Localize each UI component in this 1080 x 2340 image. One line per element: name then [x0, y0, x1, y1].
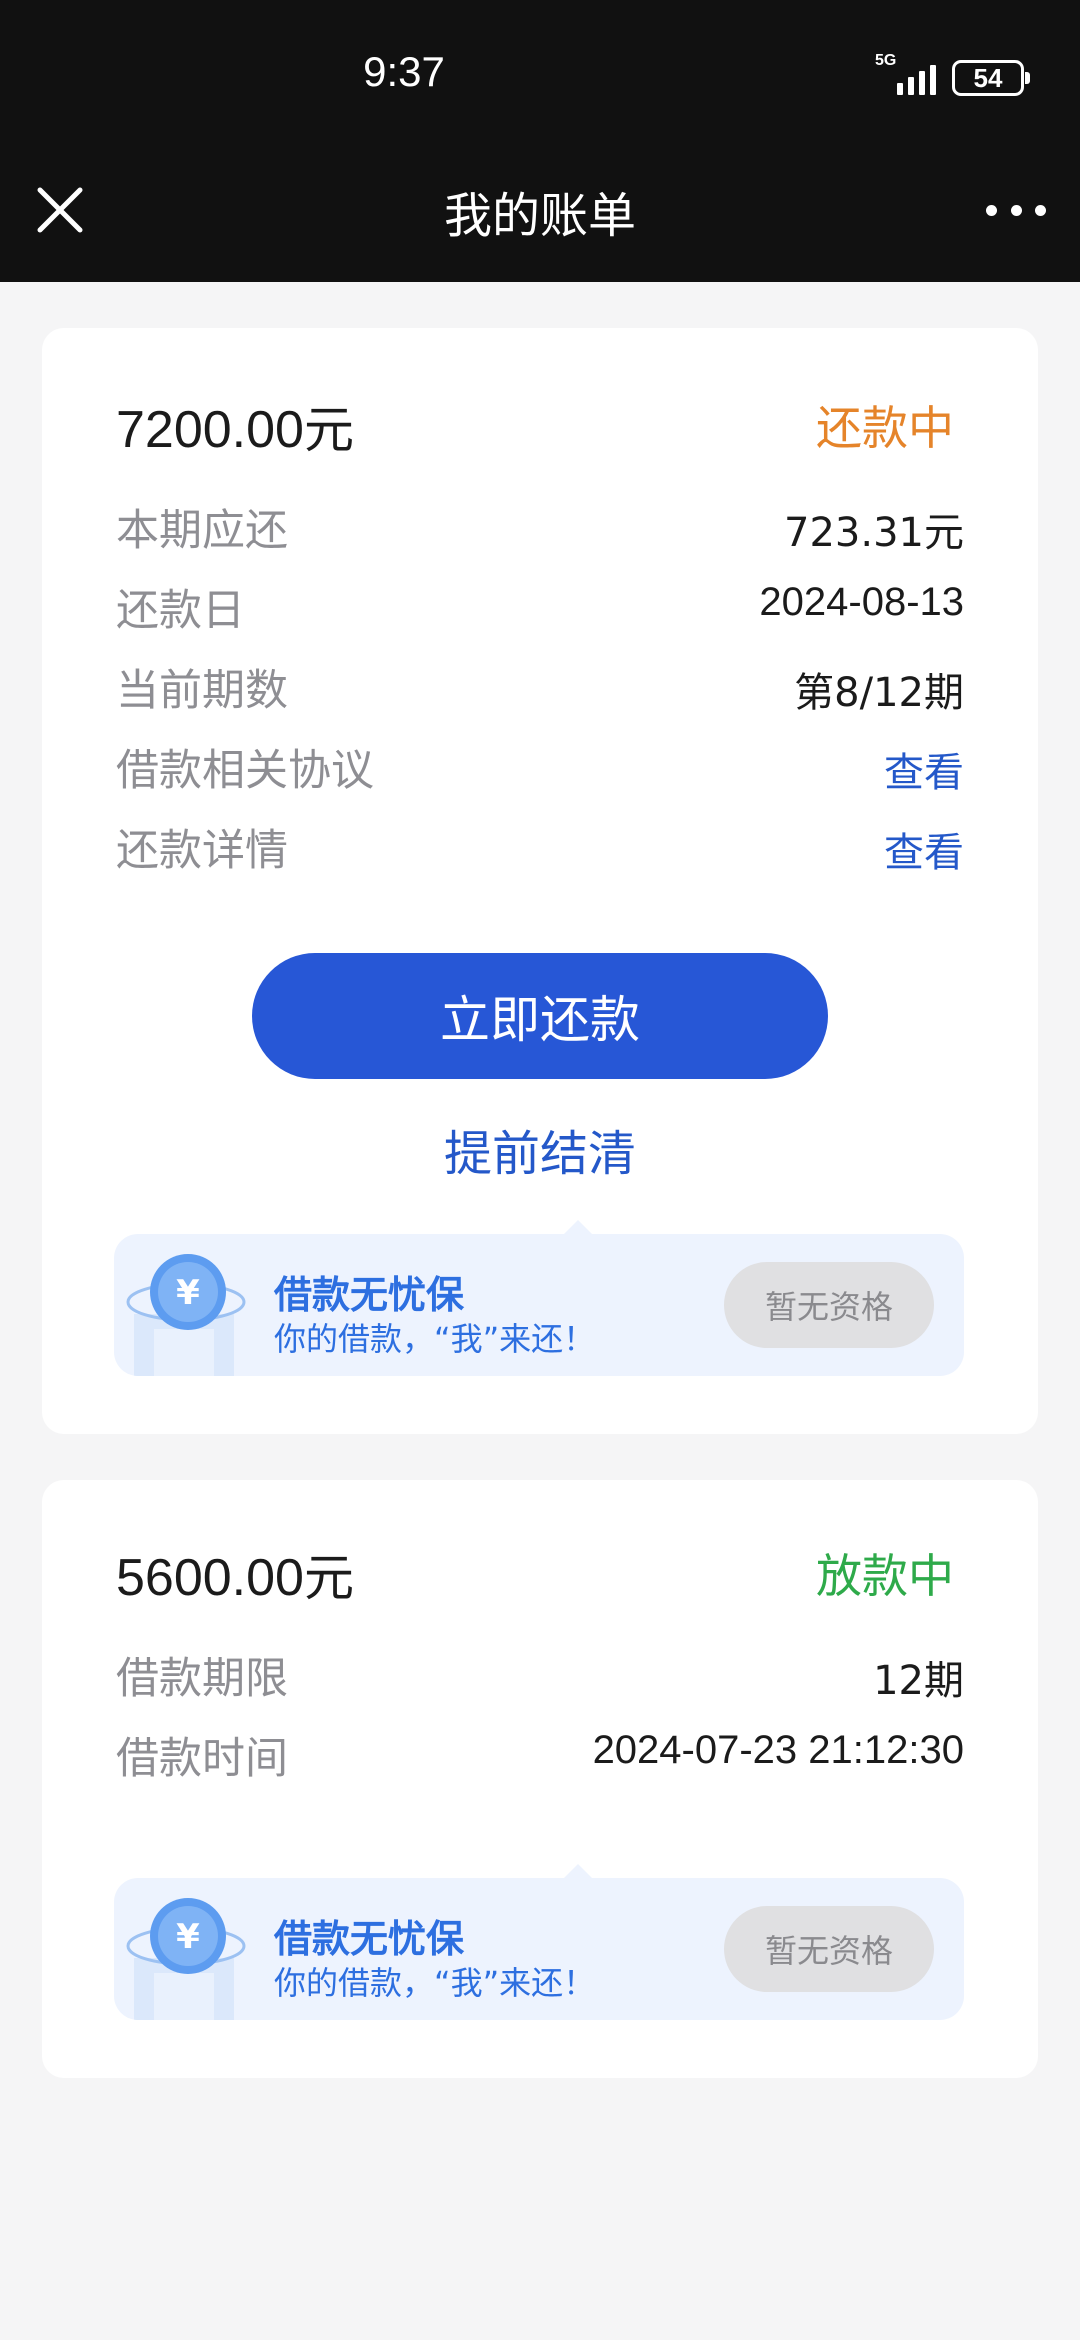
bill-status: 放款中 — [816, 1549, 954, 1603]
row-value-period: 第8/12期 — [794, 670, 964, 716]
bill-card-repaying: 7200.00元 还款中 本期应还 723.31元 还款日 2024-08-13… — [42, 328, 1038, 1434]
row-value-due-amount: 723.31元 — [784, 510, 964, 556]
bill-card-disbursing: 5600.00元 放款中 借款期限 12期 借款时间 2024-07-23 21… — [42, 1480, 1038, 2078]
status-indicators: 5G 54 — [875, 53, 1030, 100]
row-label-due-amount: 本期应还 — [116, 506, 288, 556]
early-settle-link[interactable]: 提前结清 — [42, 1114, 1038, 1184]
network-type: 5G — [875, 52, 897, 69]
page-title: 我的账单 — [443, 188, 636, 244]
battery-level: 54 — [973, 62, 1003, 93]
bill-amount: 7200.00元 — [116, 390, 354, 462]
insurance-banner: ¥ 借款无忧保 你的借款，“我”来还！ 暂无资格 — [114, 1220, 964, 1376]
status-time: 9:37 — [363, 48, 445, 95]
row-label-loan-time: 借款时间 — [116, 1734, 288, 1784]
row-value-loan-time: 2024-07-23 21:12:30 — [592, 1728, 964, 1772]
row-value-term: 12期 — [873, 1658, 964, 1704]
insurance-button[interactable]: 暂无资格 — [724, 1906, 934, 1992]
coin-icon: ¥ — [114, 1878, 254, 2020]
insurance-subtitle: 你的借款，“我”来还！ — [274, 1964, 596, 2002]
insurance-button[interactable]: 暂无资格 — [724, 1262, 934, 1348]
top-bar: 9:37 5G 54 我的账单 — [0, 0, 1080, 282]
row-label-term: 借款期限 — [116, 1654, 288, 1704]
amount-unit: 元 — [303, 1549, 354, 1607]
row-label-repay-details: 还款详情 — [116, 826, 288, 876]
amount-value: 5600.00 — [116, 1549, 304, 1607]
row-label-due-date: 还款日 — [116, 586, 245, 636]
svg-text:¥: ¥ — [176, 1273, 200, 1313]
insurance-subtitle: 你的借款，“我”来还！ — [274, 1320, 596, 1358]
row-label-period: 当前期数 — [116, 666, 288, 716]
row-value-due-date: 2024-08-13 — [759, 580, 964, 624]
repay-now-button[interactable]: 立即还款 — [252, 953, 828, 1079]
row-label-agreements: 借款相关协议 — [116, 746, 374, 796]
bill-status: 还款中 — [816, 401, 954, 455]
view-repay-details-link[interactable]: 查看 — [884, 820, 964, 878]
coin-icon: ¥ — [114, 1234, 254, 1376]
view-agreements-link[interactable]: 查看 — [884, 740, 964, 798]
insurance-title: 借款无忧保 — [274, 1273, 465, 1317]
svg-text:¥: ¥ — [176, 1917, 200, 1957]
signal-icon: 5G — [875, 53, 936, 95]
bill-amount: 5600.00元 — [116, 1538, 354, 1610]
insurance-banner: ¥ 借款无忧保 你的借款，“我”来还！ 暂无资格 — [114, 1864, 964, 2020]
insurance-title: 借款无忧保 — [274, 1917, 465, 1961]
more-icon[interactable] — [986, 198, 1046, 222]
battery-icon: 54 — [952, 60, 1030, 96]
amount-unit: 元 — [303, 401, 354, 459]
amount-value: 7200.00 — [116, 401, 304, 459]
